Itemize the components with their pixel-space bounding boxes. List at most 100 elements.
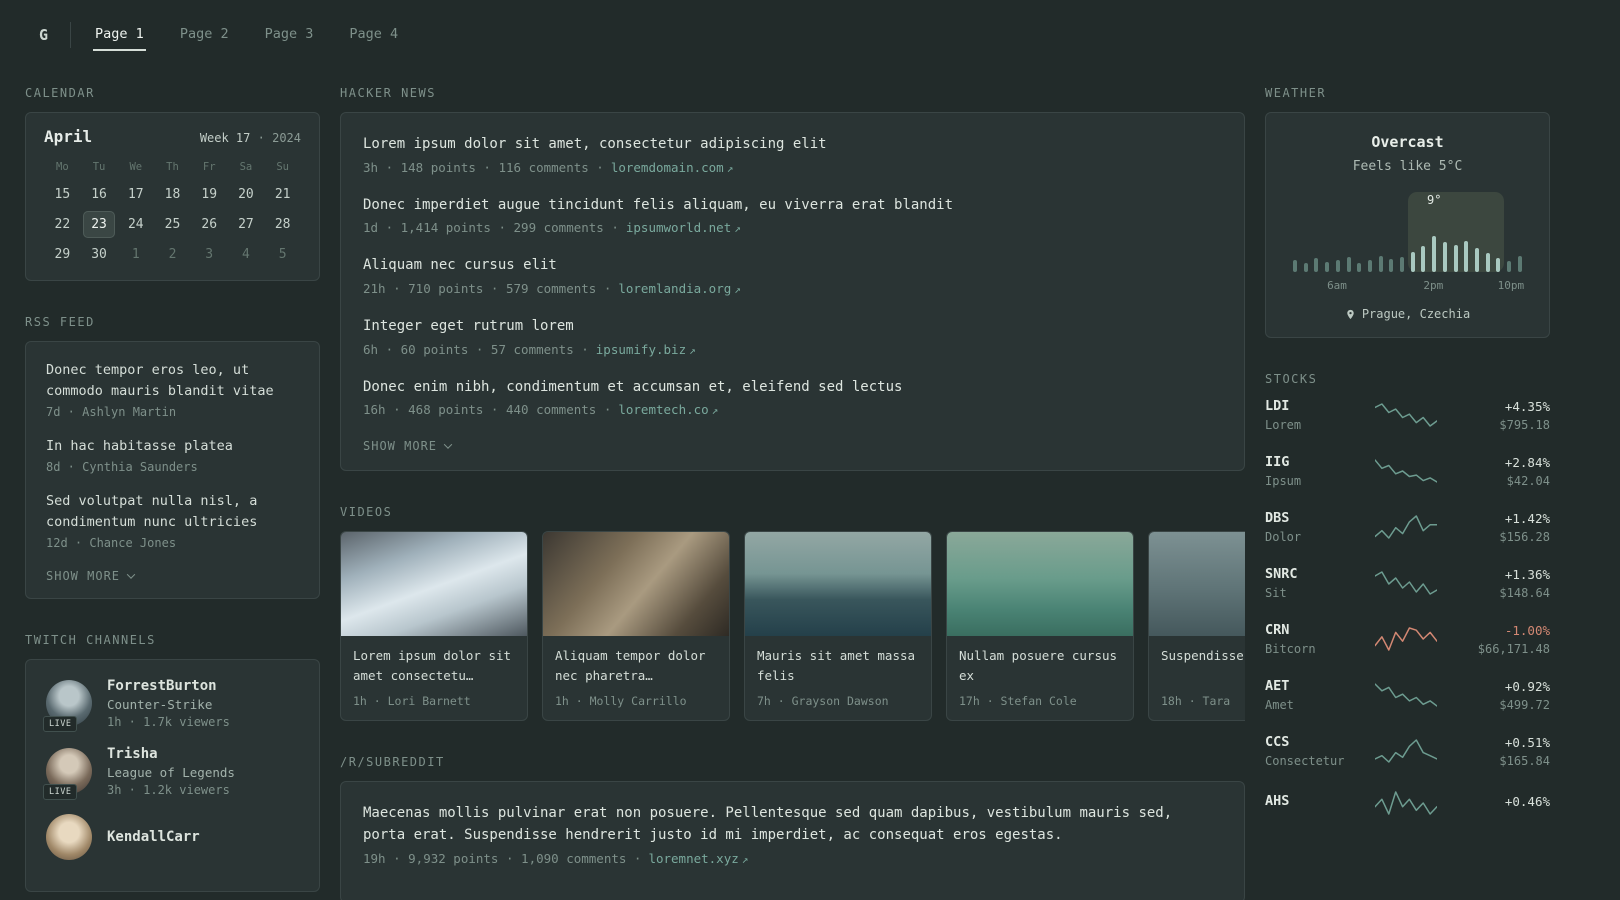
- stock-change: -1.00%: [1504, 622, 1550, 638]
- twitch-channel[interactable]: LIVE ForrestBurton Counter-Strike 1h · 1…: [43, 678, 299, 733]
- weather-feels-like: Feels like 5°C: [1352, 159, 1463, 174]
- story-title[interactable]: Donec enim nibh, condimentum et accumsan…: [363, 377, 1222, 399]
- calendar-year: 2024: [272, 131, 301, 145]
- tab-page-4[interactable]: Page 4: [347, 19, 400, 51]
- story-meta: 6h · 60 points · 57 comments · ipsumify.b…: [363, 341, 696, 357]
- story-title[interactable]: Integer eget rutrum lorem: [363, 316, 1222, 338]
- twitch-channel[interactable]: KendallCarr: [46, 813, 299, 860]
- channel-meta: 3h · 1.2k viewers: [107, 782, 230, 797]
- weather-bars: [1290, 216, 1525, 272]
- video-card[interactable]: Mauris sit amet massa felis 7h · Grayson…: [744, 531, 932, 722]
- external-link-icon: ↗: [741, 852, 749, 866]
- twitch-channel[interactable]: LIVE Trisha League of Legends 3h · 1.2k …: [43, 746, 299, 801]
- video-meta: 7h · Grayson Dawson: [757, 694, 889, 709]
- stock-price: $795.18: [1499, 417, 1550, 432]
- weather-location-text: Prague, Czechia: [1361, 307, 1471, 321]
- video-thumbnail: [947, 532, 1133, 637]
- weather-bar: [1378, 256, 1383, 272]
- stock-row: CCS Consectetur +0.51% $165.84: [1265, 734, 1550, 768]
- calendar-date: 27: [238, 217, 254, 232]
- story-meta: 3h · 148 points · 116 comments · loremdom…: [363, 159, 734, 175]
- weather-bar: [1293, 260, 1297, 272]
- rss-show-more-button[interactable]: SHOW MORE: [46, 569, 136, 583]
- story-source-link[interactable]: ipsumworld.net ↗: [626, 220, 741, 235]
- channel-avatar-wrap: LIVE: [43, 680, 92, 733]
- twitch-widget: TWITCH CHANNELS LIVE ForrestBurton Count…: [25, 633, 320, 892]
- story-source-link[interactable]: loremtech.co ↗: [618, 402, 718, 417]
- weather-time-label: 10pm: [1497, 279, 1525, 292]
- video-card[interactable]: Aliquam tempor dolor nec pharetra… 1h · …: [542, 531, 730, 722]
- channel-name: KendallCarr: [107, 828, 200, 845]
- stock-row: AET Amet +0.92% $499.72: [1265, 678, 1550, 712]
- stock-symbol: IIG: [1265, 454, 1290, 470]
- stock-name: Sit: [1265, 586, 1287, 600]
- weather-time-label: 6am: [1327, 279, 1347, 292]
- video-thumbnail: [341, 532, 527, 637]
- rss-item-title[interactable]: In hac habitasse platea: [46, 436, 299, 457]
- calendar-grid: Mo Tu We Th Fr Sa Su 15 16 17 18 19 20 2…: [44, 154, 301, 268]
- story-item: Aliquam nec cursus elit 21h · 710 points…: [363, 255, 1222, 296]
- video-thumbnail: [745, 532, 931, 637]
- story-source-link[interactable]: ipsumify.biz ↗: [596, 342, 696, 357]
- stock-symbol: AHS: [1265, 793, 1290, 809]
- video-thumbnail: [1149, 532, 1245, 637]
- video-card[interactable]: Lorem ipsum dolor sit amet consectetu… 1…: [340, 531, 528, 722]
- story-title[interactable]: Donec imperdiet augue tincidunt felis al…: [363, 195, 1222, 217]
- story-source-link[interactable]: loremdomain.com ↗: [611, 160, 734, 175]
- weather-chart: 9°: [1290, 192, 1525, 272]
- story-title[interactable]: Aliquam nec cursus elit: [363, 255, 1222, 277]
- calendar-date: 30: [91, 247, 107, 262]
- rss-item-title[interactable]: Donec tempor eros leo, ut commodo mauris…: [46, 360, 299, 402]
- story-title[interactable]: Lorem ipsum dolor sit amet, consectetur …: [363, 134, 1222, 156]
- video-meta: 17h · Stefan Cole: [959, 694, 1077, 709]
- hackernews-show-more-button[interactable]: SHOW MORE: [363, 439, 453, 453]
- calendar-dow: Th: [166, 161, 179, 173]
- calendar-date: 29: [54, 247, 71, 262]
- stock-name: Bitcorn: [1265, 642, 1316, 656]
- stock-sparkline: [1353, 458, 1458, 484]
- calendar-week-year: Week 17 · 2024: [200, 131, 301, 145]
- calendar-date: 28: [274, 217, 291, 232]
- rss-item: Donec tempor eros leo, ut commodo mauris…: [46, 360, 299, 419]
- chevron-down-icon: [443, 440, 453, 450]
- stock-row: AHS +0.46%: [1265, 790, 1550, 816]
- post-source-link[interactable]: loremnet.xyz ↗: [648, 851, 748, 866]
- tab-page-1[interactable]: Page 1: [93, 19, 146, 51]
- stock-symbol: DBS: [1265, 510, 1290, 526]
- calendar-date-next-month: 2: [168, 247, 177, 262]
- story-meta: 16h · 468 points · 440 comments · loremte…: [363, 402, 719, 418]
- stock-symbol: CRN: [1265, 622, 1290, 638]
- story-item: Integer eget rutrum lorem 6h · 60 points…: [363, 316, 1222, 357]
- stock-row: CRN Bitcorn -1.00% $66,171.48: [1265, 622, 1550, 656]
- weather-bar: [1432, 236, 1437, 272]
- tab-page-2[interactable]: Page 2: [178, 19, 231, 51]
- stock-price: $66,171.48: [1477, 641, 1550, 656]
- video-title: Mauris sit amet massa felis: [757, 648, 916, 683]
- rss-card: Donec tempor eros leo, ut commodo mauris…: [25, 341, 320, 599]
- post-title[interactable]: Maecenas mollis pulvinar erat non posuer…: [363, 803, 1222, 846]
- weather-bar: [1314, 258, 1319, 272]
- post-meta: 19h · 9,932 points · 1,090 comments · lor…: [363, 850, 749, 866]
- video-card[interactable]: Nullam posuere cursus ex 17h · Stefan Co…: [946, 531, 1134, 722]
- weather-bar: [1303, 263, 1308, 272]
- video-card[interactable]: Suspendisse diam 18h · Tara: [1148, 531, 1245, 722]
- channel-avatar-wrap: LIVE: [43, 748, 92, 801]
- stock-price: $165.84: [1499, 753, 1550, 768]
- calendar-date: 20: [238, 187, 254, 202]
- right-column: WEATHER Overcast Feels like 5°C 9° 6am 2…: [1265, 86, 1550, 838]
- stock-name: Amet: [1265, 698, 1294, 712]
- video-thumbnail: [543, 532, 729, 637]
- rss-item: In hac habitasse platea 8d · Cynthia Sau…: [46, 436, 299, 474]
- channel-meta: 1h · 1.7k viewers: [107, 714, 230, 729]
- page-tabs: Page 1 Page 2 Page 3 Page 4: [93, 19, 400, 51]
- stock-price: $499.72: [1499, 697, 1550, 712]
- calendar-dow: Tu: [92, 161, 106, 173]
- story-meta: 21h · 710 points · 579 comments · loremla…: [363, 281, 741, 297]
- rss-item-title[interactable]: Sed volutpat nulla nisl, a condimentum n…: [46, 491, 299, 533]
- story-source-link[interactable]: loremlandia.org ↗: [618, 281, 741, 296]
- calendar-date: 19: [201, 187, 218, 202]
- calendar-dow: Su: [276, 161, 289, 173]
- tab-page-3[interactable]: Page 3: [263, 19, 316, 51]
- channel-avatar-wrap: [46, 813, 92, 860]
- stock-sparkline: [1353, 682, 1458, 708]
